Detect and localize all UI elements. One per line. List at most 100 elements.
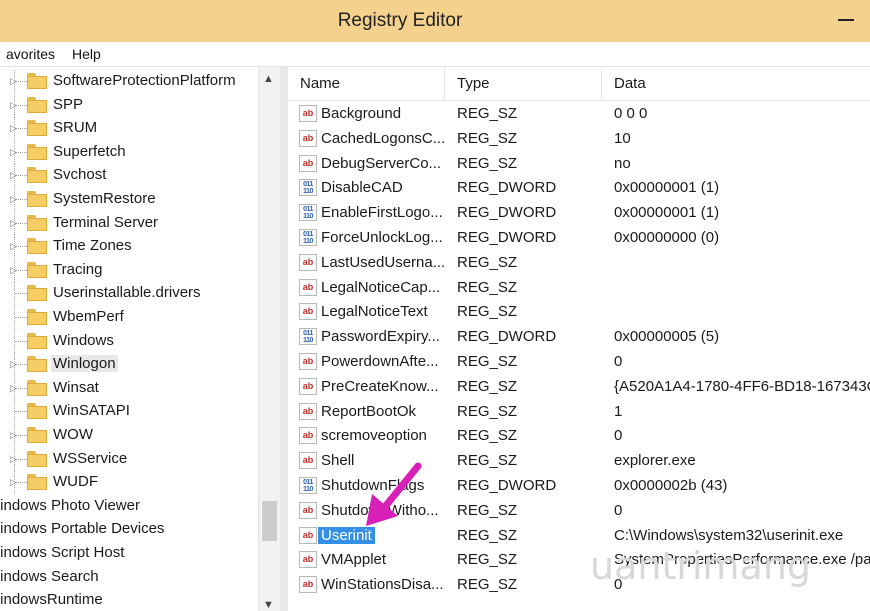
tree-root-item[interactable]: /indows Search [0, 566, 258, 589]
value-row[interactable]: 011 110 ShutdownFlags REG_DWORD 0x0000002b (… [288, 474, 870, 499]
expand-arrow-icon[interactable]: ▷ [10, 430, 17, 441]
expand-arrow-icon[interactable]: ▷ [10, 454, 17, 465]
value-name: PowerdownAfte... [321, 353, 439, 370]
value-name: Background [321, 105, 402, 122]
expand-arrow-icon[interactable]: ▷ [10, 123, 17, 134]
expand-arrow-icon[interactable]: ▷ [10, 76, 17, 87]
column-header-name[interactable]: Name [288, 67, 445, 101]
folder-icon [27, 379, 47, 396]
tree-connector [15, 317, 27, 318]
value-row[interactable]: ab CachedLogonsC... REG_SZ 10 [288, 127, 870, 152]
column-header-type[interactable]: Type [445, 67, 602, 101]
tree-item-label: /indows Photo Viewer [0, 496, 140, 514]
value-name: scremoveoption [321, 427, 427, 445]
tree-item-label: WUDF [53, 473, 98, 491]
tree-item[interactable]: ▷ WOW [0, 424, 258, 447]
tree-item[interactable]: Userinstallable.drivers [0, 282, 258, 306]
tree-item-label: Svchost [53, 166, 107, 184]
tree-item[interactable]: WinSATAPI [0, 400, 258, 424]
value-name: PasswordExpiry... [321, 328, 440, 346]
expand-arrow-icon[interactable]: ▷ [10, 218, 17, 229]
folder-icon [27, 261, 47, 278]
value-type: REG_DWORD [457, 328, 557, 346]
tree-root-item[interactable]: /indows Portable Devices [0, 518, 258, 541]
tree-item[interactable]: ▷ Svchost [0, 164, 258, 188]
tree-item[interactable]: ▷ SPP [0, 93, 258, 117]
folder-icon [27, 309, 47, 325]
value-row[interactable]: 011 110 PasswordExpiry... REG_DWORD 0x000000… [288, 325, 870, 350]
tree-item-label: Superfetch [53, 142, 126, 160]
tree-connector [15, 340, 27, 342]
tree-item[interactable]: ▷ WUDF [0, 471, 258, 495]
expand-arrow-icon[interactable]: ▷ [10, 147, 17, 158]
tree-item[interactable]: ▷ SoftwareProtectionPlatform [0, 70, 258, 93]
string-value-icon: ab [299, 278, 317, 296]
value-data: 0x00000005 (5) [614, 328, 720, 346]
values-list: Name Type Data ab Background REG_SZ 0 0 0 ab… [288, 67, 870, 611]
value-name: ForceUnlockLog... [321, 229, 443, 246]
tree-item[interactable]: ▷ Superfetch [0, 140, 258, 164]
scroll-up-icon[interactable]: ▲ [263, 73, 274, 85]
tree-item[interactable]: ▷ SystemRestore [0, 188, 258, 211]
value-row[interactable]: ab LegalNoticeText REG_SZ [288, 300, 870, 325]
folder-icon [27, 450, 47, 467]
tree-root-item[interactable]: /indows Script Host [0, 542, 258, 565]
value-row[interactable]: ab DebugServerCo... REG_SZ no [288, 152, 870, 177]
value-row[interactable]: ab Background REG_SZ 0 0 0 [288, 102, 870, 127]
tree-item[interactable]: Windows [0, 329, 258, 353]
value-row[interactable]: ab ShutdownWitho... REG_SZ 0 [288, 499, 870, 524]
value-row[interactable]: 011 110 ForceUnlockLog... REG_DWORD 0x000000… [288, 226, 870, 251]
value-data: explorer.exe [614, 452, 696, 470]
value-row[interactable]: ab Shell REG_SZ explorer.exe [288, 449, 870, 474]
expand-arrow-icon[interactable]: ▷ [10, 477, 17, 488]
tree-item[interactable]: ▷ SRUM [0, 117, 258, 141]
value-row[interactable]: ab PreCreateKnow... REG_SZ {A520A1A4-1780-4… [288, 375, 870, 400]
tree-item[interactable]: ▷ Winlogon [0, 353, 258, 377]
value-row[interactable]: ab LastUsedUserna... REG_SZ [288, 251, 870, 276]
expand-arrow-icon[interactable]: ▷ [10, 265, 17, 276]
tree-item-label: SystemRestore [53, 190, 156, 207]
tree-item[interactable]: WbemPerf [0, 306, 258, 329]
column-header-data[interactable]: Data [602, 67, 870, 101]
value-row[interactable]: 011 110 DisableCAD REG_DWORD 0x00000001 (1) [288, 176, 870, 201]
expand-arrow-icon[interactable]: ▷ [10, 383, 17, 394]
tree-item[interactable]: ▷ Tracing [0, 258, 258, 282]
value-name: ShutdownWitho... [321, 501, 439, 519]
string-value-icon: ab [299, 154, 317, 172]
string-value-icon: ab [299, 526, 317, 544]
tree-item[interactable]: ▷ Terminal Server [0, 211, 258, 235]
value-row[interactable]: 011 110 EnableFirstLogo... REG_DWORD 0x00000… [288, 201, 870, 226]
expand-arrow-icon[interactable]: ▷ [10, 359, 17, 370]
expand-arrow-icon[interactable]: ▷ [10, 170, 17, 181]
value-type: REG_SZ [457, 154, 518, 172]
expand-arrow-icon[interactable]: ▷ [10, 241, 17, 252]
tree-scroll-thumb[interactable] [262, 501, 277, 541]
folder-icon [27, 96, 47, 113]
tree-scrollbar[interactable]: ▲ ▼ [258, 67, 280, 611]
minimize-button[interactable] [836, 0, 856, 42]
menu-bar: avorites Help [0, 42, 870, 67]
menu-favorites[interactable]: avorites [6, 46, 55, 62]
folder-icon [27, 356, 47, 373]
value-row[interactable]: ab LegalNoticeCap... REG_SZ [288, 276, 870, 301]
value-type: REG_SZ [457, 551, 518, 569]
tree-root-item[interactable]: /indows Photo Viewer [0, 495, 258, 518]
tree-item[interactable]: ▷ Winsat [0, 376, 258, 400]
menu-help[interactable]: Help [72, 46, 101, 62]
folder-icon [27, 332, 47, 349]
value-row[interactable]: ab ReportBootOk REG_SZ 1 [288, 400, 870, 425]
tree-root-item[interactable]: /indowsRuntime [0, 589, 258, 611]
tree-item[interactable]: ▷ Time Zones [0, 235, 258, 259]
tree-item[interactable]: ▷ WSService [0, 447, 258, 471]
value-type: REG_SZ [457, 105, 518, 122]
value-data: 0x00000001 (1) [614, 179, 720, 197]
value-type: REG_SZ [457, 452, 518, 470]
expand-arrow-icon[interactable]: ▷ [10, 194, 17, 205]
scroll-down-icon[interactable]: ▼ [263, 599, 274, 611]
pane-splitter[interactable] [280, 67, 288, 611]
value-type: REG_DWORD [457, 229, 557, 246]
expand-arrow-icon[interactable]: ▷ [10, 100, 17, 111]
value-data: 0 [614, 353, 623, 370]
value-row[interactable]: ab scremoveoption REG_SZ 0 [288, 424, 870, 449]
value-row[interactable]: ab PowerdownAfte... REG_SZ 0 [288, 350, 870, 375]
